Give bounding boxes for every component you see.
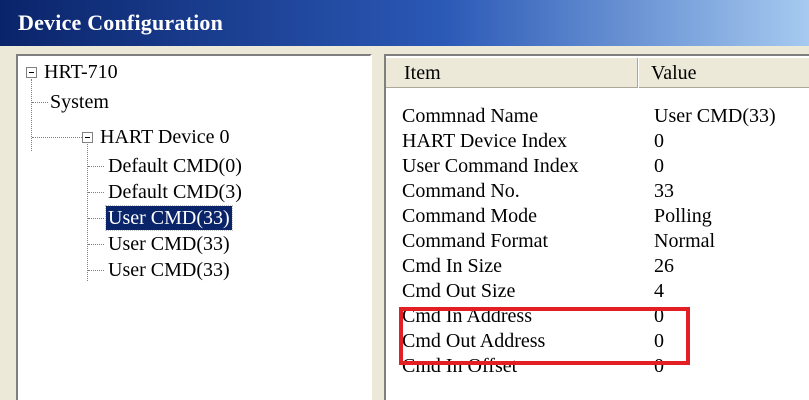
row-value: 0 bbox=[654, 130, 664, 152]
device-tree[interactable]: HRT-710 System HART Device 0 Default CMD… bbox=[16, 54, 372, 400]
row-value: 4 bbox=[654, 280, 664, 302]
tree-node-cmd[interactable]: Default CMD(3) bbox=[108, 180, 242, 204]
row-value: 26 bbox=[654, 255, 674, 277]
title-bar: Device Configuration bbox=[0, 0, 809, 46]
row-value: User CMD(33) bbox=[654, 105, 776, 127]
tree-connector bbox=[32, 102, 48, 103]
row-name: Cmd In Address bbox=[402, 305, 532, 327]
tree-connector bbox=[32, 137, 82, 138]
row-name: Cmd In Size bbox=[402, 255, 502, 277]
tree-connector bbox=[31, 79, 32, 151]
tree-connector bbox=[88, 244, 104, 245]
tree-connector bbox=[88, 270, 104, 271]
row-name: User Command Index bbox=[402, 155, 579, 177]
row-name: Commnad Name bbox=[402, 105, 539, 127]
tree-connector bbox=[88, 218, 104, 219]
column-header-value[interactable]: Value bbox=[639, 58, 809, 88]
row-name: Cmd Out Size bbox=[402, 280, 516, 302]
row-name: Command No. bbox=[402, 180, 520, 202]
row-value: 33 bbox=[654, 180, 674, 202]
tree-connector bbox=[87, 144, 88, 281]
tree-node-hart-device[interactable]: HART Device 0 bbox=[100, 125, 230, 149]
row-name: Command Format bbox=[402, 230, 549, 252]
column-header-item[interactable]: Item bbox=[386, 58, 638, 88]
row-value: Polling bbox=[654, 205, 712, 227]
tree-node-cmd[interactable]: User CMD(33) bbox=[108, 258, 230, 282]
row-value: 0 bbox=[654, 355, 664, 377]
row-value: 0 bbox=[654, 155, 664, 177]
row-value: Normal bbox=[654, 230, 716, 252]
tree-connector bbox=[88, 166, 104, 167]
row-name: Cmd Out Address bbox=[402, 330, 546, 352]
tree-node-cmd[interactable]: User CMD(33) bbox=[108, 232, 230, 256]
row-name: Cmd In Offset bbox=[402, 355, 518, 377]
tree-node-cmd[interactable]: Default CMD(0) bbox=[108, 154, 242, 178]
row-name: Command Mode bbox=[402, 205, 537, 227]
tree-node-system[interactable]: System bbox=[50, 90, 109, 114]
row-value: 0 bbox=[654, 330, 664, 352]
property-list[interactable]: Item Value Commnad Name User CMD(33) HAR… bbox=[384, 54, 809, 400]
window-title: Device Configuration bbox=[18, 10, 224, 35]
tree-node-cmd-selected[interactable]: User CMD(33) bbox=[105, 205, 233, 231]
row-value: 0 bbox=[654, 305, 664, 327]
collapse-icon[interactable] bbox=[82, 132, 93, 143]
tree-node-root[interactable]: HRT-710 bbox=[44, 60, 118, 84]
tree-connector bbox=[88, 192, 104, 193]
row-name: HART Device Index bbox=[402, 130, 568, 152]
collapse-icon[interactable] bbox=[26, 67, 37, 78]
